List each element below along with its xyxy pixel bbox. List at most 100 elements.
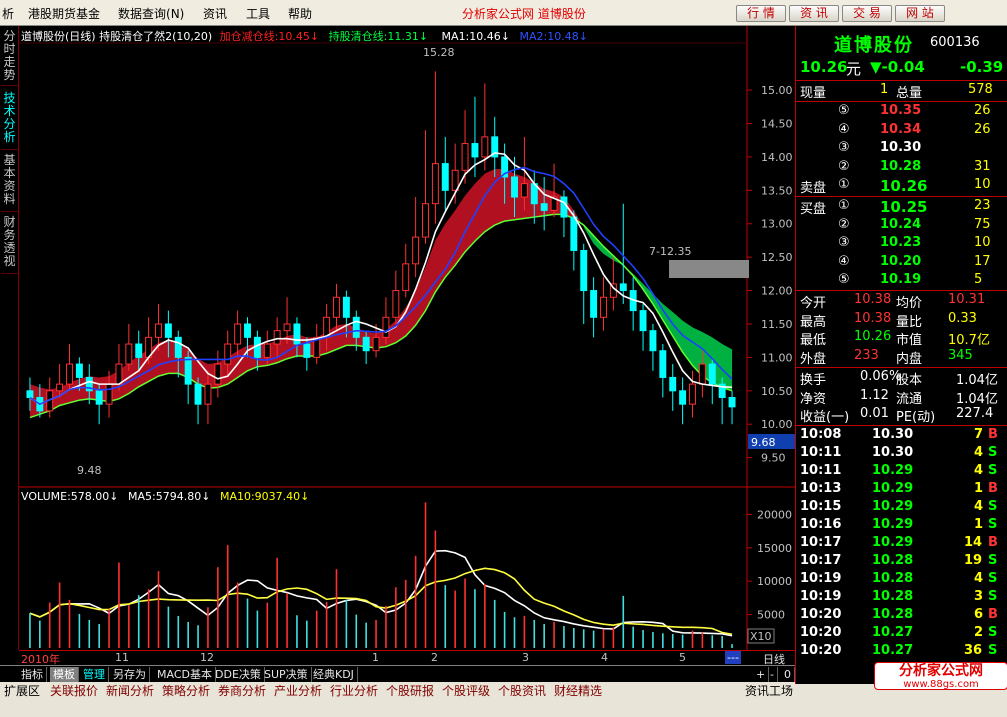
current-price: 10.26 xyxy=(800,58,848,76)
level-number: ④ xyxy=(838,253,850,269)
down-arrow-icon: ↓ xyxy=(309,30,320,43)
volume-bar xyxy=(474,589,476,648)
stat-row: 净资 1.12 流通 1.04亿 xyxy=(796,388,1007,407)
candle-body xyxy=(590,290,598,318)
zoom-out-button[interactable]: - xyxy=(767,667,778,682)
tab-news-analysis[interactable]: 新闻分析 xyxy=(106,683,154,699)
sell-volume: 10 xyxy=(974,177,991,192)
tab-sup[interactable]: SUP决策 xyxy=(261,667,312,682)
tick-price: 10.29 xyxy=(872,517,914,532)
volume-bar xyxy=(48,602,51,648)
resistance-zone xyxy=(669,260,749,278)
candle-body xyxy=(293,323,301,345)
candle-body xyxy=(600,296,607,318)
menu-item-analysis[interactable]: 析 xyxy=(2,5,14,22)
tab-technical[interactable]: 技术分析 xyxy=(1,92,18,150)
trade-button[interactable]: 交 易 xyxy=(842,5,892,22)
news-button[interactable]: 资 讯 xyxy=(789,5,839,22)
tab-strategy[interactable]: 策略分析 xyxy=(162,683,210,699)
menu-item-help[interactable]: 帮助 xyxy=(288,5,312,22)
tab-related-quotes[interactable]: 关联报价 xyxy=(50,683,98,699)
candle-body xyxy=(431,163,439,205)
price-unit: 元 xyxy=(846,60,862,78)
hold-line-value: 11.31 xyxy=(387,30,419,43)
tab-stock-news[interactable]: 个股资讯 xyxy=(498,683,546,699)
tab-finance-picks[interactable]: 财经精选 xyxy=(554,683,602,699)
tick-price: 10.27 xyxy=(872,643,914,658)
tab-extension[interactable]: 扩展区 xyxy=(4,683,40,699)
date-label: 3 xyxy=(522,651,529,664)
tab-kdj[interactable]: 经典KDJ xyxy=(310,667,358,682)
price-change: ▼-0.04 xyxy=(870,58,925,76)
tab-financials[interactable]: 财务透视 xyxy=(1,216,18,274)
volume-tick-label: 5000 xyxy=(757,609,785,622)
volume-layer xyxy=(29,502,733,648)
tab-intraday[interactable]: 分时走势 xyxy=(1,30,18,86)
volume-tick-label: 15000 xyxy=(757,542,792,555)
tab-research[interactable]: 个股研报 xyxy=(386,683,434,699)
stat-value: 227.4 xyxy=(956,406,994,421)
tab-rating[interactable]: 个股评级 xyxy=(442,683,490,699)
tab-fundamentals[interactable]: 基本资料 xyxy=(1,154,18,212)
tick-price: 10.29 xyxy=(872,481,914,496)
candle-body xyxy=(619,283,627,292)
sell-price: 10.34 xyxy=(880,121,922,137)
stat-label: 均价 xyxy=(896,296,923,311)
tick-time: 10:17 xyxy=(800,553,842,568)
tick-time: 10:15 xyxy=(800,499,842,514)
info-workshop[interactable]: 资讯工场 xyxy=(745,683,793,699)
tick-row: 10:20 10.28 6 B xyxy=(796,607,1007,625)
volume-bar xyxy=(652,631,654,648)
reset-button[interactable]: 0 xyxy=(781,667,795,682)
tick-side: S xyxy=(988,643,998,658)
volume-label: VOLUME: xyxy=(21,490,71,503)
date-label: 4 xyxy=(601,651,608,664)
tick-price: 10.30 xyxy=(872,427,914,442)
scroll-end-marker[interactable]: --- xyxy=(725,651,741,664)
quotes-button[interactable]: 行 情 xyxy=(736,5,786,22)
stat-label: 量比 xyxy=(896,314,923,330)
divider xyxy=(796,367,1007,368)
tab-sector[interactable]: 行业分析 xyxy=(330,683,378,699)
tab-intraday-label: 分时走势 xyxy=(3,29,16,82)
tab-industry[interactable]: 产业分析 xyxy=(274,683,322,699)
hold-band-layer xyxy=(29,168,733,419)
tick-side: S xyxy=(988,445,998,460)
tab-template[interactable]: 模板 xyxy=(50,667,79,682)
candle-body xyxy=(560,196,568,218)
tab-macd[interactable]: MACD基本 xyxy=(154,667,216,682)
volume-value: 578.00 xyxy=(70,490,110,503)
volume-bar xyxy=(493,599,496,648)
tab-manage[interactable]: 管理 xyxy=(80,667,109,682)
menu-item-hk-futures[interactable]: 港股期货基金 xyxy=(28,5,100,22)
volume-bar xyxy=(296,615,298,648)
kline-chart[interactable]: 15.00 14.50 14.00 13.50 13.00 12.50 12.00 11.50… xyxy=(19,26,795,650)
tab-save-as[interactable]: 另存为 xyxy=(110,667,150,682)
tick-volume: 4 xyxy=(974,445,984,460)
candle-body xyxy=(471,143,479,158)
quote-panel: 道博股份 600136 10.26 元 ▼-0.04 -0.39 现量 1 总量… xyxy=(795,26,1007,690)
website-button[interactable]: 网 站 xyxy=(895,5,945,22)
candle-body xyxy=(56,383,64,392)
low-label: 9.48 xyxy=(77,464,102,477)
range-note-label: 7-12.35 xyxy=(649,245,691,258)
tab-indicator[interactable]: 指标 xyxy=(18,667,47,682)
tab-dde[interactable]: DDE决策 xyxy=(212,667,265,682)
tick-side: B xyxy=(988,535,998,550)
tick-volume: 1 xyxy=(974,517,984,532)
volume-bar xyxy=(553,621,555,648)
divider xyxy=(796,425,1007,426)
menu-item-tools[interactable]: 工具 xyxy=(246,5,270,22)
buy-price: 10.24 xyxy=(880,216,922,232)
candle-body xyxy=(451,169,459,191)
tick-time: 10:11 xyxy=(800,445,842,460)
buy-volume: 23 xyxy=(974,198,991,213)
volume-bar xyxy=(731,644,733,648)
volume-unit: X10 xyxy=(750,630,772,643)
menu-item-news[interactable]: 资讯 xyxy=(203,5,227,22)
candle-body xyxy=(234,323,242,345)
tab-broker[interactable]: 券商分析 xyxy=(218,683,266,699)
stat-value: 10.26 xyxy=(854,329,892,344)
menu-item-data-query[interactable]: 数据查询(N) xyxy=(118,5,184,22)
volume-bar xyxy=(226,545,229,648)
